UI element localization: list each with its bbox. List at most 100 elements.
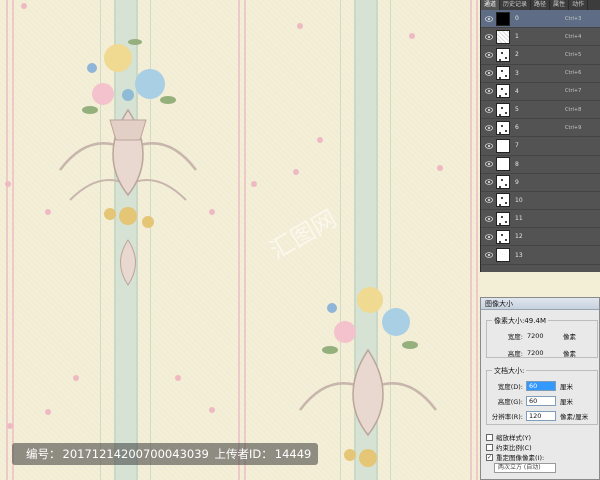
bouquet-top [59, 39, 197, 286]
tab-channels[interactable]: 通道 [481, 0, 501, 10]
eye-icon[interactable] [484, 50, 493, 59]
eye-icon[interactable] [484, 123, 493, 132]
channel-thumbnail [496, 193, 510, 208]
doc-height-label: 高度(G): [497, 398, 523, 406]
channel-row[interactable]: 13 [481, 246, 600, 265]
channel-row[interactable]: 12 [481, 228, 600, 247]
channel-row[interactable]: 7 [481, 137, 600, 156]
doc-height-row: 高度(G): 60 厘米 [491, 396, 573, 406]
pixel-width-unit: 像素 [563, 333, 576, 341]
uploader-label: 上传者ID： [214, 447, 273, 461]
tab-properties[interactable]: 属性 [550, 0, 570, 10]
pixel-width-row: 宽度: 7200 像素 [491, 331, 576, 341]
channel-row[interactable]: 8 [481, 156, 600, 174]
channel-shortcut: Ctrl+4 [565, 33, 582, 40]
image-size-dialog: 图像大小 像素大小:49.4M 宽度: 7200 像素 高度: 7200 像素 … [480, 297, 600, 480]
eye-icon[interactable] [484, 105, 493, 114]
resample-label: 重定图像像素(I): [496, 454, 545, 462]
channel-row[interactable]: 5 Ctrl+8 [481, 101, 600, 120]
channel-name: 4 [515, 87, 519, 95]
doc-width-unit[interactable]: 厘米 [560, 381, 573, 391]
resample-option[interactable]: 重定图像像素(I): [486, 452, 544, 462]
channel-thumbnail [496, 11, 510, 26]
channel-row[interactable]: 9 [481, 174, 600, 192]
channel-name: 0 [515, 15, 519, 23]
channel-thumbnail [496, 120, 510, 135]
channel-row[interactable]: 11 [481, 210, 600, 229]
channel-name: 8 [515, 160, 519, 168]
eye-icon[interactable] [484, 69, 493, 78]
resolution-unit[interactable]: 像素/厘米 [560, 411, 588, 421]
channel-thumbnail [496, 138, 510, 153]
scale-styles-option[interactable]: 缩放样式(Y) [486, 432, 531, 442]
pixel-height-value[interactable]: 7200 [527, 349, 557, 357]
svg-text:汇图网: 汇图网 [265, 205, 341, 265]
bouquet-bottom [299, 287, 437, 467]
pixel-width-value[interactable]: 7200 [527, 332, 557, 340]
doc-size-label: 文档大小: [492, 366, 527, 376]
scale-styles-checkbox[interactable] [486, 433, 493, 441]
panel-tabs: 通道 历史记录 路径 属性 动作 [481, 0, 600, 10]
channel-shortcut: Ctrl+8 [565, 106, 582, 113]
channel-name: 9 [515, 178, 519, 186]
channel-name: 6 [515, 124, 519, 132]
channel-row[interactable]: 0 Ctrl+3 [481, 10, 600, 29]
channel-thumbnail [496, 102, 510, 117]
doc-width-input[interactable]: 60 [526, 381, 556, 391]
eye-icon[interactable] [484, 214, 493, 223]
doc-width-row: 宽度(D): 60 厘米 [491, 381, 573, 391]
eye-icon[interactable] [484, 196, 493, 205]
resolution-input[interactable]: 120 [526, 411, 556, 421]
pixel-height-label: 高度: [507, 350, 523, 358]
channel-row[interactable]: 2 Ctrl+5 [481, 46, 600, 65]
channel-name: 11 [515, 215, 523, 223]
channel-name: 7 [515, 142, 519, 150]
tab-paths[interactable]: 路径 [531, 0, 551, 10]
scale-styles-label: 缩放样式(Y) [496, 434, 532, 442]
eye-icon[interactable] [484, 141, 493, 150]
eye-icon[interactable] [484, 87, 493, 96]
channel-row[interactable]: 4 Ctrl+7 [481, 83, 600, 101]
eye-icon[interactable] [484, 178, 493, 187]
channel-thumbnail [496, 211, 510, 226]
tab-actions[interactable]: 动作 [569, 0, 589, 10]
resample-method-select[interactable]: 两次立方 (自动) [494, 463, 556, 473]
constrain-option[interactable]: 约束比例(C) [486, 442, 532, 452]
sprigs [5, 3, 443, 429]
channel-thumbnail [496, 229, 510, 244]
floral-ornament: 汇图网 [5, 3, 443, 467]
eye-icon[interactable] [484, 251, 493, 260]
eye-icon[interactable] [484, 232, 493, 241]
channel-row[interactable]: 10 [481, 192, 600, 211]
constrain-checkbox[interactable] [486, 443, 493, 451]
channel-row[interactable]: 1 Ctrl+4 [481, 28, 600, 47]
doc-height-unit[interactable]: 厘米 [560, 396, 573, 406]
channel-name: 13 [515, 251, 523, 259]
resample-checkbox[interactable] [486, 453, 493, 461]
channel-name: 2 [515, 51, 519, 59]
channel-row[interactable]: 3 Ctrl+6 [481, 65, 600, 83]
eye-icon[interactable] [484, 14, 493, 23]
doc-height-input[interactable]: 60 [526, 396, 556, 406]
eye-icon[interactable] [484, 32, 493, 41]
channel-name: 10 [515, 196, 523, 204]
watermark-bar: 编号： 20171214200700043039 上传者ID： 14449 [12, 443, 318, 465]
tab-history[interactable]: 历史记录 [500, 0, 532, 10]
channel-name: 3 [515, 69, 519, 77]
channel-thumbnail [496, 248, 510, 263]
pixel-size-label: 像素大小:49.4M [492, 316, 548, 326]
channel-thumbnail [496, 47, 510, 62]
channel-thumbnail [496, 66, 510, 81]
channels-panel: 通道 历史记录 路径 属性 动作 0 Ctrl+3 1 Ctrl+4 2 Ctrl+5 3 C… [480, 0, 600, 272]
pixel-height-unit: 像素 [563, 350, 576, 358]
channel-thumbnail [496, 157, 510, 172]
pixel-height-row: 高度: 7200 像素 [491, 348, 576, 358]
channel-row[interactable]: 6 Ctrl+9 [481, 119, 600, 138]
dialog-title: 图像大小 [481, 298, 599, 310]
channel-shortcut: Ctrl+3 [565, 15, 582, 22]
channel-shortcut: Ctrl+5 [565, 51, 582, 58]
eye-icon[interactable] [484, 160, 493, 169]
channel-thumbnail [496, 29, 510, 44]
id-label: 编号： [26, 447, 61, 461]
resolution-label: 分辨率(R): [491, 413, 523, 421]
